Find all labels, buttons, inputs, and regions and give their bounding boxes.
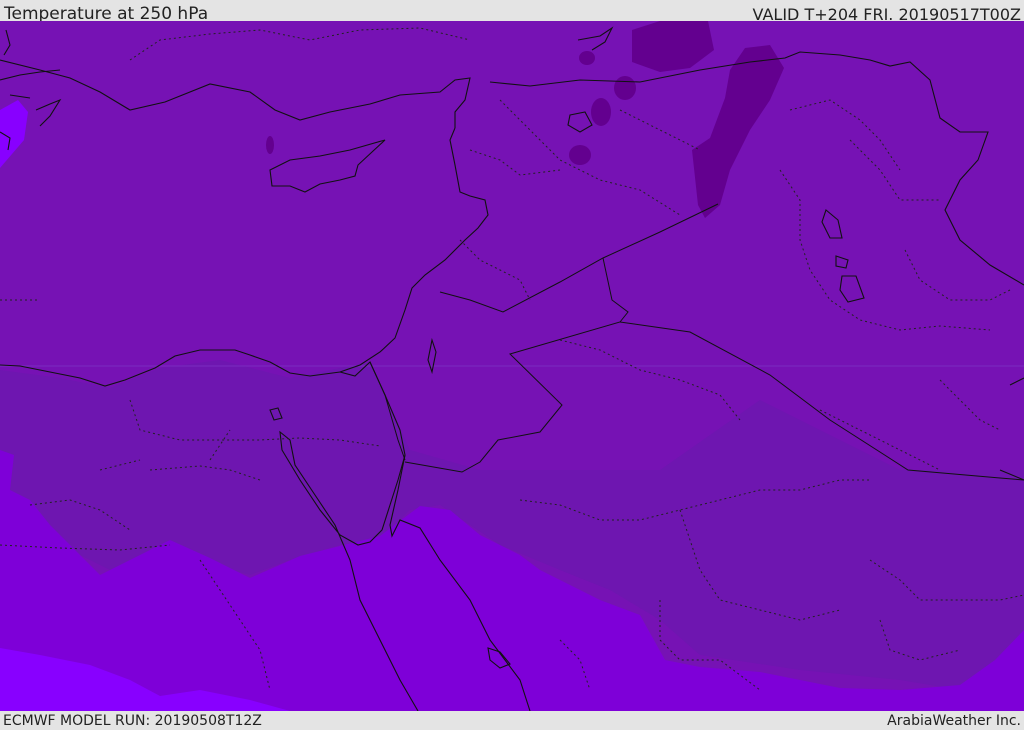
header-bar: Temperature at 250 hPa VALID T+204 FRI. …	[0, 0, 1024, 24]
temperature-field-cold-blob	[591, 98, 611, 126]
temperature-field-cold-blob	[579, 51, 595, 65]
footer-bar: ECMWF MODEL RUN: 20190508T12Z ArabiaWeat…	[0, 711, 1024, 729]
model-run-label: ECMWF MODEL RUN: 20190508T12Z	[3, 713, 262, 729]
temperature-field-cold-blob	[614, 76, 636, 100]
map-canvas	[0, 21, 1024, 711]
temperature-field-cold-blob	[569, 145, 591, 165]
weather-map-window: Temperature at 250 hPa VALID T+204 FRI. …	[0, 0, 1024, 729]
credit-label: ArabiaWeather Inc.	[887, 713, 1021, 729]
temperature-map[interactable]	[0, 21, 1024, 711]
temperature-field-cold-blob	[266, 136, 274, 154]
